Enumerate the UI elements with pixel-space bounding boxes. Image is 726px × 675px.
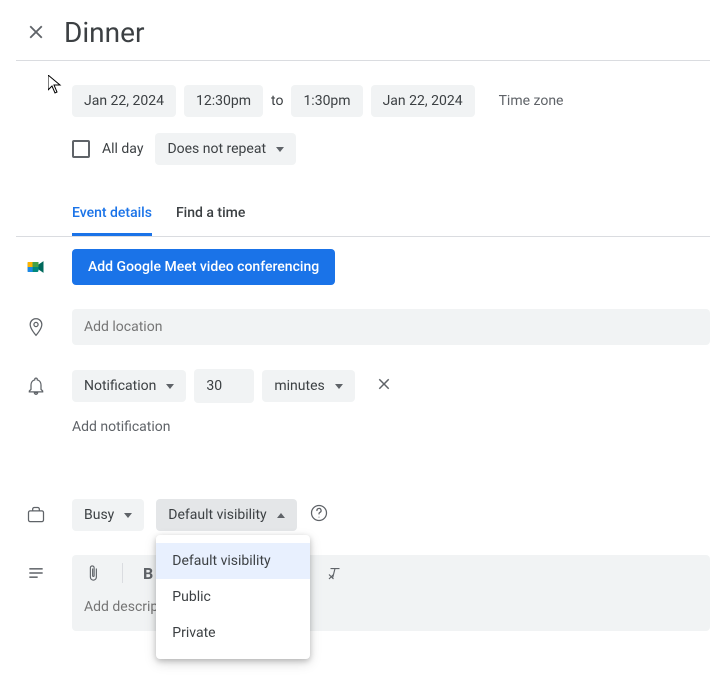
start-time-chip[interactable]: 12:30pm [184, 85, 263, 117]
chevron-down-icon [335, 384, 343, 389]
meet-icon [16, 257, 56, 277]
to-label: to [271, 93, 283, 109]
visibility-option-public[interactable]: Public [156, 579, 310, 615]
close-icon [25, 21, 47, 43]
event-title-input[interactable] [64, 16, 710, 49]
notification-unit-label: minutes [274, 378, 324, 394]
visibility-menu: Default visibility Public Private [156, 535, 310, 659]
repeat-label: Does not repeat [167, 141, 266, 157]
notification-type-label: Notification [84, 378, 156, 394]
attach-icon [84, 564, 102, 582]
end-time-chip[interactable]: 1:30pm [291, 85, 362, 117]
briefcase-icon [26, 505, 46, 525]
chevron-down-icon [276, 147, 284, 152]
busy-label: Busy [84, 507, 114, 523]
allday-checkbox[interactable] [72, 140, 90, 158]
visibility-option-private[interactable]: Private [156, 615, 310, 651]
notification-unit-dropdown[interactable]: minutes [262, 370, 354, 402]
mouse-cursor [48, 75, 64, 99]
close-button[interactable] [16, 12, 56, 52]
description-icon [26, 563, 46, 583]
attach-button[interactable] [84, 564, 102, 582]
visibility-dropdown[interactable]: Default visibility [156, 499, 296, 531]
help-icon [309, 503, 329, 523]
add-meet-button[interactable]: Add Google Meet video conferencing [72, 249, 335, 285]
location-icon [26, 317, 46, 337]
start-date-chip[interactable]: Jan 22, 2024 [72, 85, 176, 117]
chevron-down-icon [166, 384, 174, 389]
tab-find-a-time[interactable]: Find a time [176, 205, 245, 236]
bold-button[interactable]: B [143, 564, 153, 583]
chevron-up-icon [277, 513, 285, 518]
remove-notification-button[interactable] [375, 375, 393, 397]
notification-value-input[interactable] [194, 369, 254, 403]
location-input[interactable] [72, 309, 710, 345]
bell-icon [26, 376, 46, 396]
end-date-chip[interactable]: Jan 22, 2024 [371, 85, 475, 117]
tab-event-details[interactable]: Event details [72, 205, 152, 236]
visibility-label: Default visibility [168, 507, 266, 523]
notification-type-dropdown[interactable]: Notification [72, 370, 186, 402]
clear-format-button[interactable] [326, 564, 344, 582]
timezone-link[interactable]: Time zone [499, 93, 564, 109]
allday-label: All day [102, 141, 143, 157]
visibility-option-default[interactable]: Default visibility [156, 543, 310, 579]
help-button[interactable] [309, 503, 329, 527]
close-icon [375, 375, 393, 393]
chevron-down-icon [124, 513, 132, 518]
clear-format-icon [326, 564, 344, 582]
add-notification-link[interactable]: Add notification [16, 415, 710, 447]
busy-dropdown[interactable]: Busy [72, 499, 144, 531]
toolbar-separator [122, 563, 123, 583]
repeat-dropdown[interactable]: Does not repeat [155, 133, 296, 165]
